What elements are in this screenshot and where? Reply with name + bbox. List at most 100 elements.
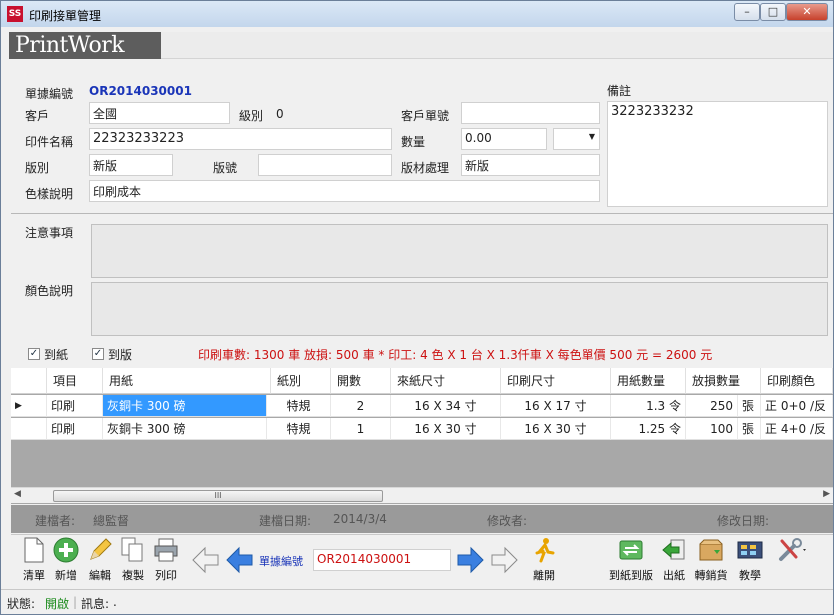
- copy-label: 複製: [122, 569, 144, 582]
- level-label: 級別: [239, 109, 264, 123]
- cust-order-label: 客戶單號: [401, 109, 450, 123]
- col-header-paper-qty[interactable]: 用紙數量: [611, 368, 686, 394]
- print-name-field[interactable]: 22323233223: [89, 128, 392, 150]
- version-no-field[interactable]: [258, 154, 392, 176]
- cell-print-size[interactable]: 16 X 17 寸: [501, 395, 611, 417]
- document-icon: [21, 537, 47, 563]
- cell-in-size[interactable]: 16 X 34 寸: [391, 395, 501, 417]
- teach-button[interactable]: 教學: [733, 537, 767, 585]
- clear-button[interactable]: 清單: [17, 537, 51, 585]
- clear-label: 清單: [23, 569, 45, 582]
- cost-summary: 印刷車數: 1300 車 放損: 500 車 * 印工: 4 色 X 1 台 X…: [198, 348, 713, 362]
- row-selector[interactable]: [11, 418, 47, 440]
- color-remark-label: 顏色說明: [25, 284, 74, 298]
- col-header-paper[interactable]: 用紙: [103, 368, 271, 394]
- cell-waste-unit[interactable]: 張: [738, 395, 761, 417]
- cust-order-field[interactable]: [461, 102, 600, 124]
- level-value: 0: [276, 107, 284, 121]
- cell-waste-qty[interactable]: 250: [686, 395, 738, 417]
- transfer-button[interactable]: 轉銷貨: [694, 537, 728, 585]
- qty-field[interactable]: 0.00: [461, 128, 547, 150]
- copy-button[interactable]: 複製: [116, 537, 150, 585]
- col-header-item[interactable]: 項目: [47, 368, 103, 394]
- scroll-right-icon[interactable]: ▶: [823, 489, 830, 499]
- row-selector-icon[interactable]: ▶: [11, 395, 47, 417]
- plate-process-field[interactable]: 新版: [461, 154, 600, 176]
- cell-print-color[interactable]: 正 0+0 /反: [761, 395, 833, 417]
- tools-menu-button[interactable]: [771, 537, 811, 585]
- arrive-button[interactable]: 到紙到版: [609, 537, 653, 585]
- status-bar: 狀態: 開啟 | 訊息: .: [1, 589, 833, 614]
- nav-order-field[interactable]: OR2014030001: [313, 549, 451, 571]
- remark-label: 備註: [607, 84, 632, 98]
- paper-arrived-checkbox[interactable]: ✓: [28, 348, 40, 360]
- color-desc-field[interactable]: 印刷成本: [89, 180, 600, 202]
- next-record-arrow-icon[interactable]: [455, 545, 485, 578]
- status-value: 開啟: [45, 597, 70, 611]
- version-type-field[interactable]: 新版: [89, 154, 173, 176]
- cell-item[interactable]: 印刷: [47, 395, 103, 417]
- maximize-button[interactable]: □: [760, 3, 786, 21]
- close-button[interactable]: ✕: [786, 3, 828, 21]
- plate-arrived-checkbox[interactable]: ✓: [92, 348, 104, 360]
- col-header-cut[interactable]: 開數: [331, 368, 391, 394]
- notes-field[interactable]: [91, 224, 828, 278]
- qty-label: 數量: [401, 135, 426, 149]
- banner-strip: [161, 32, 833, 59]
- order-no-label: 單據編號: [25, 87, 74, 101]
- audit-bar: 建檔者: 總監督 建檔日期: 2014/3/4 修改者: 修改日期:: [11, 505, 833, 533]
- scrollbar-thumb[interactable]: III: [53, 490, 383, 502]
- title-bar: SS 印刷接單管理 – □ ✕: [1, 1, 833, 27]
- cell-waste-unit[interactable]: 張: [738, 418, 761, 440]
- status-label: 狀態:: [7, 597, 36, 611]
- message-label: 訊息:: [81, 597, 110, 611]
- app-icon: SS: [7, 6, 23, 22]
- last-record-arrow-icon[interactable]: [489, 545, 519, 578]
- sync-icon: [617, 537, 643, 563]
- color-remark-field[interactable]: [91, 282, 828, 336]
- first-record-arrow-icon[interactable]: [191, 545, 221, 578]
- cell-cut[interactable]: 1: [331, 418, 391, 440]
- leave-button[interactable]: 離開: [527, 537, 561, 585]
- print-button[interactable]: 列印: [149, 537, 183, 585]
- qty-unit-select[interactable]: ▼: [553, 128, 600, 150]
- app-window: SS 印刷接單管理 – □ ✕ PrintWork 單據編號 OR2014030…: [0, 0, 834, 615]
- minimize-button[interactable]: –: [734, 3, 760, 21]
- col-header-paper-type[interactable]: 紙別: [271, 368, 331, 394]
- leave-label: 離開: [533, 569, 555, 582]
- cell-paper-type[interactable]: 特規: [267, 418, 331, 440]
- cell-paper[interactable]: 灰銅卡 300 磅: [103, 395, 267, 417]
- printer-icon: [153, 537, 179, 563]
- out-paper-button[interactable]: 出紙: [657, 537, 691, 585]
- grid-horizontal-scrollbar[interactable]: ◀ III ▶: [11, 487, 833, 503]
- modified-label: 修改日期:: [717, 514, 770, 528]
- cell-in-size[interactable]: 16 X 30 寸: [391, 418, 501, 440]
- cell-paper[interactable]: 灰銅卡 300 磅: [103, 418, 267, 440]
- cell-print-color[interactable]: 正 4+0 /反: [761, 418, 833, 440]
- message-value: .: [113, 595, 117, 609]
- cell-waste-qty[interactable]: 100: [686, 418, 738, 440]
- customer-field[interactable]: 全國: [89, 102, 230, 124]
- cell-paper-type[interactable]: 特規: [267, 395, 331, 417]
- tools-icon: [778, 537, 806, 563]
- out-paper-label: 出紙: [663, 569, 685, 582]
- cell-paper-qty[interactable]: 1.3 令: [611, 395, 686, 417]
- previous-record-arrow-icon[interactable]: [225, 545, 255, 578]
- cell-paper-qty[interactable]: 1.25 令: [611, 418, 686, 440]
- remark-field[interactable]: 3223233232: [607, 101, 828, 207]
- col-header-waste-qty[interactable]: 放損數量: [686, 368, 761, 394]
- running-man-icon: [531, 537, 557, 563]
- modifier-label: 修改者:: [487, 514, 528, 528]
- col-header-print-color[interactable]: 印刷顏色: [761, 368, 833, 394]
- cell-item[interactable]: 印刷: [47, 418, 103, 440]
- col-header-print-size[interactable]: 印刷尺寸: [501, 368, 611, 394]
- teach-label: 教學: [739, 569, 761, 582]
- add-label: 新增: [55, 569, 77, 582]
- edit-button[interactable]: 編輯: [83, 537, 117, 585]
- cell-cut[interactable]: 2: [331, 395, 391, 417]
- col-header-in-size[interactable]: 來紙尺寸: [391, 368, 501, 394]
- add-button[interactable]: 新增: [49, 537, 83, 585]
- color-desc-label: 色樣說明: [25, 187, 74, 201]
- cell-print-size[interactable]: 16 X 30 寸: [501, 418, 611, 440]
- scroll-left-icon[interactable]: ◀: [14, 489, 21, 499]
